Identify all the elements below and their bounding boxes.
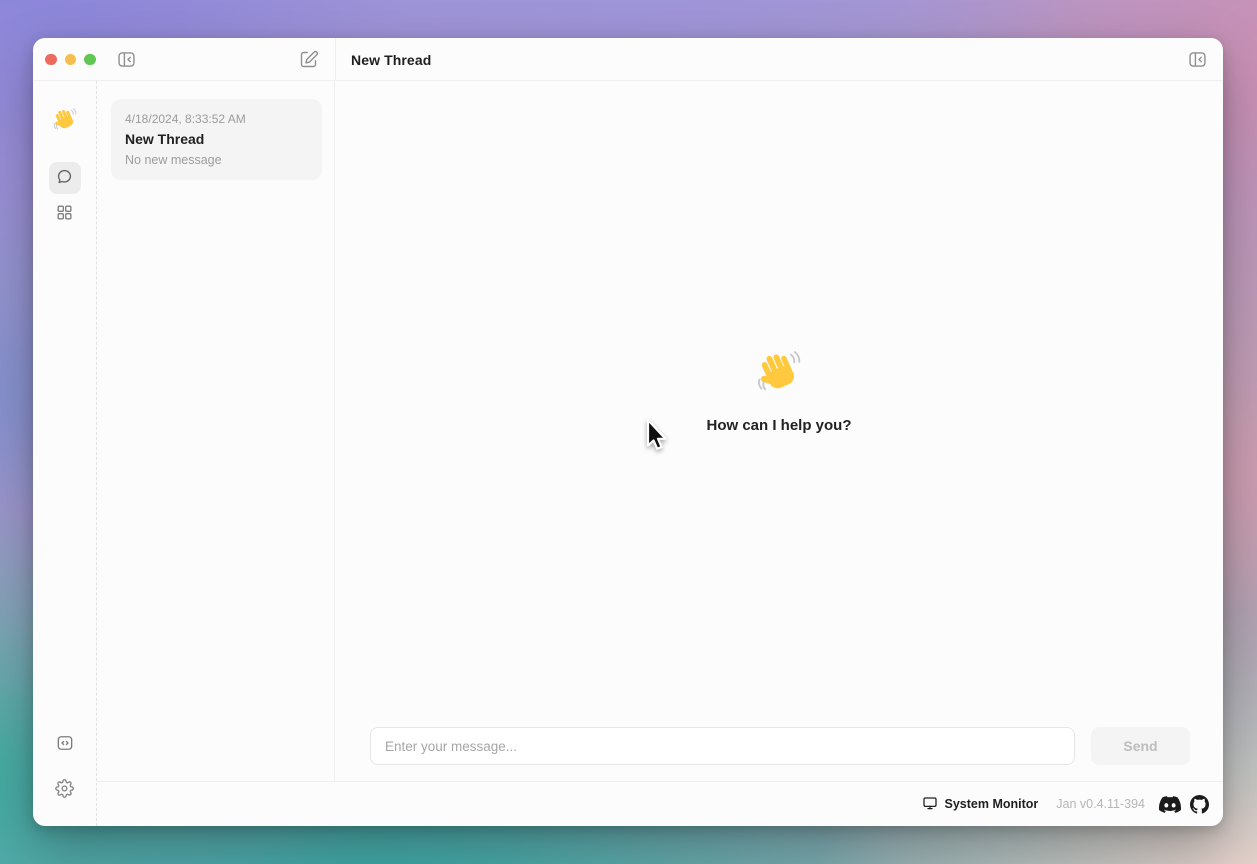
- app-body: 4/18/2024, 8:33:52 AM New Thread No new …: [33, 81, 1223, 826]
- traffic-lights: [45, 38, 96, 81]
- thread-title: New Thread: [125, 131, 308, 147]
- desktop-background: New Thread: [0, 0, 1257, 864]
- system-monitor-label: System Monitor: [945, 797, 1039, 811]
- status-bar: System Monitor Jan v0.4.11-394: [97, 781, 1223, 826]
- thread-list-item[interactable]: 4/18/2024, 8:33:52 AM New Thread No new …: [111, 99, 322, 180]
- grid-icon: [55, 203, 74, 225]
- greeting-text: How can I help you?: [706, 417, 851, 434]
- github-icon[interactable]: [1190, 795, 1209, 814]
- thread-list-panel: 4/18/2024, 8:33:52 AM New Thread No new …: [97, 81, 335, 781]
- right-column: 4/18/2024, 8:33:52 AM New Thread No new …: [97, 81, 1223, 826]
- code-square-icon: [55, 733, 75, 756]
- titlebar: New Thread: [33, 38, 1223, 81]
- page-title: New Thread: [351, 38, 431, 81]
- content-row: 4/18/2024, 8:33:52 AM New Thread No new …: [97, 81, 1223, 781]
- chat-bubble-icon: [55, 167, 74, 189]
- titlebar-divider: [335, 38, 336, 81]
- chat-panel: How can I help you? Send: [335, 81, 1223, 781]
- minimize-window-button[interactable]: [65, 54, 77, 66]
- assistant-wave-emoji-icon[interactable]: [51, 106, 79, 134]
- new-thread-compose-icon[interactable]: [297, 48, 319, 70]
- discord-icon[interactable]: [1159, 796, 1181, 813]
- greeting-block: How can I help you?: [706, 347, 851, 434]
- waving-hand-emoji-icon: [753, 347, 805, 399]
- toggle-right-panel-icon[interactable]: [1186, 48, 1208, 70]
- settings-button[interactable]: [49, 774, 81, 806]
- sidebar-item-threads[interactable]: [49, 162, 81, 194]
- send-button[interactable]: Send: [1091, 727, 1190, 765]
- empty-state: How can I help you?: [335, 81, 1223, 727]
- jan-app-window: New Thread: [33, 38, 1223, 826]
- system-monitor-button[interactable]: System Monitor: [922, 795, 1039, 814]
- left-rail: [33, 81, 97, 826]
- close-window-button[interactable]: [45, 54, 57, 66]
- monitor-icon: [922, 795, 938, 814]
- thread-last-message: No new message: [125, 153, 308, 167]
- toggle-left-panel-icon[interactable]: [115, 48, 137, 70]
- local-api-server-button[interactable]: [49, 728, 81, 760]
- message-input[interactable]: [370, 727, 1075, 765]
- zoom-window-button[interactable]: [84, 54, 96, 66]
- composer: Send: [335, 727, 1223, 781]
- sidebar-item-hub[interactable]: [49, 198, 81, 230]
- app-version: Jan v0.4.11-394: [1056, 797, 1145, 811]
- gear-icon: [55, 779, 74, 801]
- thread-timestamp: 4/18/2024, 8:33:52 AM: [125, 112, 308, 126]
